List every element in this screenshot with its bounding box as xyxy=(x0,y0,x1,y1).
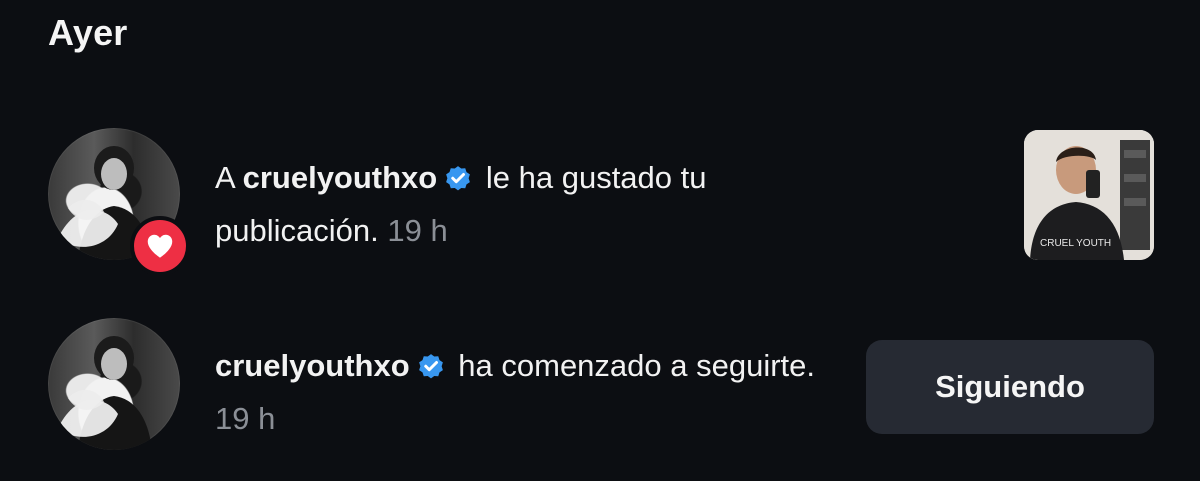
username-link[interactable]: cruelyouthxo xyxy=(215,348,410,383)
verified-badge-icon xyxy=(443,159,473,207)
notification-text[interactable]: A cruelyouthxo le ha gustado tu publicac… xyxy=(215,154,835,255)
shirt-print: CRUEL YOUTH xyxy=(1040,238,1111,249)
notification-text[interactable]: cruelyouthxo ha comenzado a seguirte. 19… xyxy=(215,342,835,443)
following-button[interactable]: Siguiendo xyxy=(866,340,1154,434)
post-image: CRUEL YOUTH xyxy=(1024,130,1154,260)
avatar-illustration xyxy=(58,336,152,450)
section-title: Ayer xyxy=(48,12,128,53)
timestamp: 19 h xyxy=(215,401,276,436)
heart-icon xyxy=(147,234,173,258)
notification-row-follow[interactable]: cruelyouthxo ha comenzado a seguirte. 19… xyxy=(48,318,1154,454)
username-link[interactable]: cruelyouthxo xyxy=(243,160,438,195)
notification-row-like[interactable]: A cruelyouthxo le ha gustado tu publicac… xyxy=(48,128,1154,276)
post-thumbnail[interactable]: CRUEL YOUTH xyxy=(1024,130,1154,260)
timestamp: 19 h xyxy=(387,213,448,248)
activity-page: Ayer A cruelyouthxo le ha gustado tu pub… xyxy=(0,0,1200,481)
prefix-text: A xyxy=(215,160,234,195)
action-text: ha comenzado a seguirte. xyxy=(458,348,816,383)
like-badge xyxy=(130,216,190,276)
avatar[interactable] xyxy=(48,318,180,450)
verified-badge-icon xyxy=(416,347,446,395)
